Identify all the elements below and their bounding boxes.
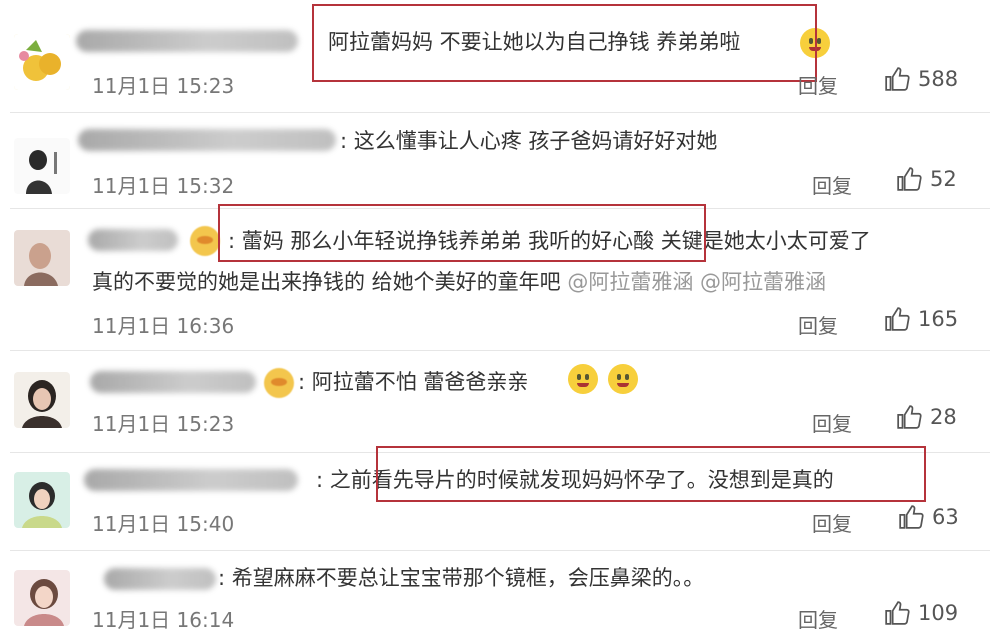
like-button[interactable]: 588 bbox=[884, 66, 958, 92]
like-button[interactable]: 52 bbox=[896, 166, 957, 192]
comment-text: : 阿拉蕾不怕 蕾爸爸亲亲 bbox=[298, 370, 529, 394]
reply-button[interactable]: 回复 bbox=[798, 310, 838, 339]
comment-item: : 希望麻麻不要总让宝宝带那个镜框，会压鼻梁的。。 11月1日 16:14 回复… bbox=[0, 550, 1000, 640]
avatar[interactable] bbox=[14, 34, 70, 90]
highlight-box bbox=[218, 204, 706, 262]
avatar[interactable] bbox=[14, 138, 70, 194]
comment-item: : 这么懂事让人心疼 孩子爸妈请好好对她 11月1日 15:32 回复 52 bbox=[0, 112, 1000, 208]
like-count: 28 bbox=[930, 405, 957, 429]
comment-text-continued: 真的不要觉的她是出来挣钱的 给她个美好的童年吧 bbox=[92, 270, 561, 294]
reply-button[interactable]: 回复 bbox=[812, 408, 852, 437]
username-blurred[interactable] bbox=[84, 469, 298, 491]
comment-text: : 希望麻麻不要总让宝宝带那个镜框，会压鼻梁的。。 bbox=[218, 566, 705, 590]
avatar[interactable] bbox=[14, 230, 70, 286]
badge-icon bbox=[190, 226, 220, 256]
comment-text: : 这么懂事让人心疼 孩子爸妈请好好对她 bbox=[340, 129, 718, 153]
username-blurred[interactable] bbox=[104, 568, 216, 590]
comment-time: 11月1日 16:14 bbox=[92, 608, 235, 632]
username-blurred[interactable] bbox=[76, 30, 298, 52]
reply-button[interactable]: 回复 bbox=[812, 170, 852, 199]
thumbs-up-icon bbox=[885, 67, 910, 91]
like-count: 63 bbox=[932, 505, 959, 529]
comment-time: 11月1日 16:36 bbox=[92, 314, 235, 338]
mention-link[interactable]: @阿拉蕾雅涵 @阿拉蕾雅涵 bbox=[567, 270, 826, 294]
reply-button[interactable]: 回复 bbox=[798, 70, 838, 99]
thumbs-up-icon bbox=[885, 601, 910, 625]
like-count: 165 bbox=[918, 307, 959, 331]
comment-time: 11月1日 15:23 bbox=[92, 74, 235, 98]
like-count: 109 bbox=[918, 601, 959, 625]
like-button[interactable]: 165 bbox=[884, 306, 958, 332]
emoji-icon bbox=[608, 364, 638, 394]
comment-time: 11月1日 15:23 bbox=[92, 412, 235, 436]
like-count: 588 bbox=[918, 67, 959, 91]
comment-item: : 阿拉蕾不怕 蕾爸爸亲亲 11月1日 15:23 回复 28 bbox=[0, 350, 1000, 450]
highlight-box bbox=[312, 4, 817, 82]
comment-time: 11月1日 15:32 bbox=[92, 174, 235, 198]
username-blurred[interactable] bbox=[90, 371, 256, 393]
comment-item: : 蕾妈 那么小年轻说挣钱养弟弟 我听的好心酸 关键是她太小太可爱了 真的不要觉… bbox=[0, 204, 1000, 348]
like-count: 52 bbox=[930, 167, 957, 191]
badge-icon bbox=[264, 368, 294, 398]
thumbs-up-icon bbox=[899, 505, 924, 529]
username-blurred[interactable] bbox=[78, 129, 336, 151]
like-button[interactable]: 109 bbox=[884, 600, 958, 626]
like-button[interactable]: 28 bbox=[896, 404, 957, 430]
comment-text-line2: 真的不要觉的她是出来挣钱的 给她个美好的童年吧 @阿拉蕾雅涵 @阿拉蕾雅涵 bbox=[92, 266, 826, 298]
like-button[interactable]: 63 bbox=[898, 504, 959, 530]
avatar[interactable] bbox=[14, 472, 70, 528]
comment-item: 阿拉蕾妈妈 不要让她以为自己挣钱 养弟弟啦 11月1日 15:23 回复 588 bbox=[0, 0, 1000, 108]
emoji-icon bbox=[568, 364, 598, 394]
comment-time: 11月1日 15:40 bbox=[92, 512, 235, 536]
username-blurred[interactable] bbox=[88, 229, 178, 251]
comment-item: : 之前看先导片的时候就发现妈妈怀孕了。没想到是真的 11月1日 15:40 回… bbox=[0, 446, 1000, 550]
avatar[interactable] bbox=[14, 372, 70, 428]
highlight-box bbox=[376, 446, 926, 502]
thumbs-up-icon bbox=[897, 405, 922, 429]
reply-button[interactable]: 回复 bbox=[798, 604, 838, 633]
reply-button[interactable]: 回复 bbox=[812, 508, 852, 537]
thumbs-up-icon bbox=[885, 307, 910, 331]
thumbs-up-icon bbox=[897, 167, 922, 191]
avatar[interactable] bbox=[14, 570, 70, 626]
